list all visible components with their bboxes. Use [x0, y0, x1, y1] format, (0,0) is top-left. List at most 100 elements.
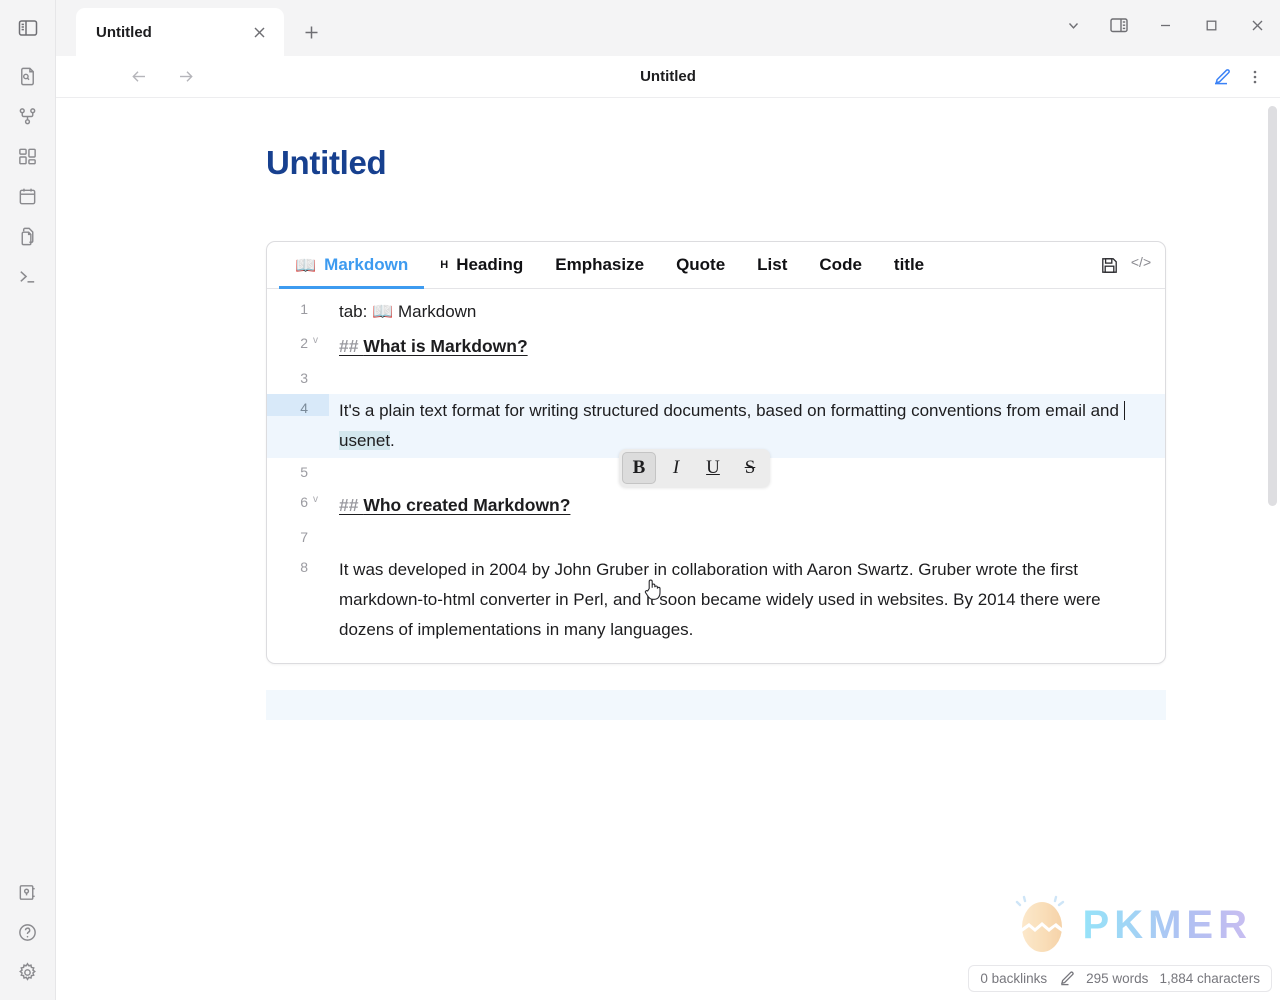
- heading-hash-marker: ##: [339, 495, 364, 515]
- calendar-icon[interactable]: [8, 176, 48, 216]
- text-caret: [1123, 401, 1126, 420]
- editor-tab-label: title: [893, 255, 925, 274]
- more-vertical-icon[interactable]: [1238, 60, 1272, 94]
- pkmer-watermark: PKMER: [1011, 895, 1252, 955]
- editor-tab-quote[interactable]: Quote: [660, 242, 741, 288]
- line-gutter: 7: [267, 523, 329, 545]
- git-graph-icon[interactable]: [8, 96, 48, 136]
- dashboard-grid-icon[interactable]: [8, 136, 48, 176]
- minimize-icon[interactable]: [1142, 2, 1188, 48]
- line-gutter: 4: [267, 394, 329, 416]
- edit-pencil-icon[interactable]: [1204, 60, 1238, 94]
- editor-tab-title[interactable]: title: [878, 242, 940, 288]
- editor-tab-heading[interactable]: H Heading: [424, 242, 539, 288]
- line-gutter: 3: [267, 364, 329, 386]
- line-text[interactable]: It was developed in 2004 by John Gruber …: [329, 553, 1165, 647]
- open-book-icon: 📖: [295, 255, 317, 275]
- editor-line-row: 3: [267, 364, 1165, 394]
- vault-icon[interactable]: [8, 872, 48, 912]
- back-arrow-icon[interactable]: [122, 60, 156, 94]
- file-search-icon[interactable]: [8, 56, 48, 96]
- line-text-before-selection: It's a plain text format for writing str…: [339, 401, 1124, 420]
- document-title: Untitled: [640, 68, 696, 85]
- editor-tab-label: Emphasize: [555, 255, 645, 274]
- line-number: 8: [300, 559, 308, 575]
- editor-line-row: 7: [267, 523, 1165, 553]
- strikethrough-button[interactable]: S: [733, 452, 767, 484]
- document-header: Untitled: [56, 56, 1280, 98]
- editor-tab-list[interactable]: List: [741, 242, 803, 288]
- heading-text: Who created Markdown?: [363, 495, 571, 515]
- window-controls: [1050, 0, 1280, 50]
- editor-line-row: 1 tab: 📖 Markdown: [267, 295, 1165, 329]
- editor-tab-label: Code: [819, 255, 862, 274]
- fold-marker[interactable]: v: [313, 335, 323, 346]
- line-gutter: 2 v: [267, 329, 329, 351]
- heading-text: What is Markdown?: [363, 336, 528, 356]
- save-floppy-icon[interactable]: [1093, 249, 1125, 281]
- app-window: Untitled Untitled Untitled 📖 Markdown H …: [0, 0, 1280, 1000]
- text-selection: usenet: [339, 431, 391, 450]
- right-sidebar-toggle-icon[interactable]: [1096, 2, 1142, 48]
- terminal-icon[interactable]: [8, 256, 48, 296]
- heading-hash-marker: ##: [339, 336, 364, 356]
- markdown-editor-card: 📖 Markdown H Heading Emphasize Quote Lis…: [266, 241, 1166, 664]
- forward-arrow-icon[interactable]: [168, 60, 202, 94]
- heading-line: ## What is Markdown?: [339, 336, 528, 356]
- backlinks-count[interactable]: 0 backlinks: [980, 971, 1047, 986]
- pencil-icon[interactable]: [1058, 970, 1075, 987]
- editor-tab-bar: 📖 Markdown H Heading Emphasize Quote Lis…: [267, 242, 1165, 289]
- watermark-text: PKMER: [1082, 902, 1252, 947]
- empty-paragraph-block[interactable]: [266, 690, 1166, 720]
- editor-tab-code[interactable]: Code: [803, 242, 878, 288]
- character-count[interactable]: 1,884 characters: [1159, 971, 1260, 986]
- editor-line-row: 6 v ## Who created Markdown?: [267, 488, 1165, 523]
- line-text-after-selection: .: [390, 431, 395, 450]
- editor-tab-label: Heading: [456, 255, 524, 274]
- line-number: 7: [300, 529, 308, 545]
- editor-tab-label: List: [757, 255, 788, 274]
- maximize-icon[interactable]: [1188, 2, 1234, 48]
- tab-strip: Untitled: [56, 0, 1280, 56]
- left-sidebar-toggle-icon[interactable]: [8, 8, 48, 48]
- editor-tab-markdown[interactable]: 📖 Markdown: [279, 242, 425, 289]
- vertical-scrollbar[interactable]: [1268, 106, 1277, 506]
- line-number: 3: [300, 370, 308, 386]
- document-header-actions: [1204, 56, 1272, 98]
- close-icon[interactable]: [1234, 2, 1280, 48]
- tab-close-icon[interactable]: [246, 19, 272, 45]
- editor-tab-label: Quote: [676, 255, 726, 274]
- line-gutter: 1: [267, 295, 329, 317]
- line-number: 2: [300, 335, 308, 351]
- document-body: Untitled 📖 Markdown H Heading Emphasize …: [56, 98, 1280, 1000]
- line-text[interactable]: ## Who created Markdown?: [329, 488, 1165, 523]
- line-number: 4: [300, 400, 308, 416]
- line-number: 1: [300, 301, 308, 317]
- status-bar: 0 backlinks 295 words 1,884 characters: [968, 965, 1272, 992]
- italic-button[interactable]: I: [659, 452, 693, 484]
- format-popup-toolbar: B I U S: [619, 449, 770, 487]
- line-number: 5: [300, 464, 308, 480]
- fold-marker[interactable]: v: [313, 494, 323, 505]
- heading-h-mark: H: [440, 259, 449, 271]
- line-text[interactable]: [329, 364, 1165, 394]
- bold-button[interactable]: B: [622, 452, 656, 484]
- cracked-egg-logo-icon: [1015, 895, 1064, 952]
- line-text[interactable]: ## What is Markdown?: [329, 329, 1165, 364]
- copy-files-icon[interactable]: [8, 216, 48, 256]
- code-angle-brackets-icon[interactable]: </>: [1125, 246, 1157, 278]
- heading-line: ## Who created Markdown?: [339, 495, 570, 515]
- editor-line-row: 8 It was developed in 2004 by John Grube…: [267, 553, 1165, 647]
- editor-tab-emphasize[interactable]: Emphasize: [539, 242, 660, 288]
- chevron-down-icon[interactable]: [1050, 2, 1096, 48]
- help-circle-icon[interactable]: [8, 912, 48, 952]
- left-ribbon: [0, 0, 56, 1000]
- word-count[interactable]: 295 words: [1086, 971, 1148, 986]
- tab-untitled[interactable]: Untitled: [76, 8, 284, 56]
- settings-gear-icon[interactable]: [8, 952, 48, 992]
- line-text[interactable]: tab: 📖 Markdown: [329, 295, 1165, 329]
- new-tab-icon[interactable]: [294, 15, 328, 49]
- page-title: Untitled: [266, 144, 387, 181]
- underline-button[interactable]: U: [696, 452, 730, 484]
- line-text[interactable]: [329, 523, 1165, 553]
